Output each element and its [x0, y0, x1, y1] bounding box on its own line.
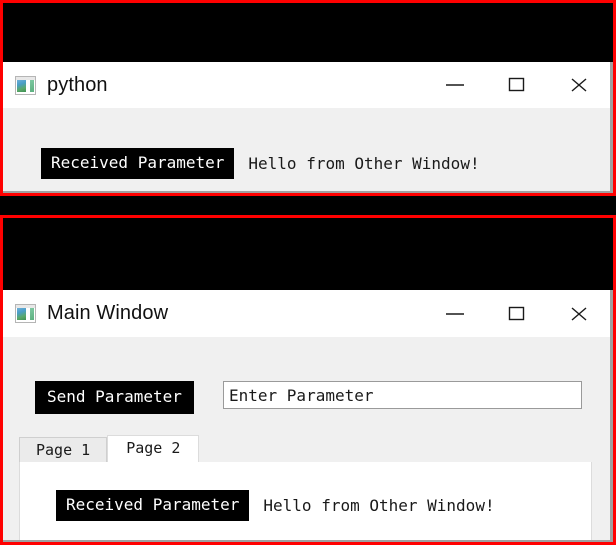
maximize-icon — [508, 77, 525, 92]
main-window: Main Window Send Parameter Enter Paramet… — [3, 290, 613, 542]
send-parameter-button[interactable]: Send Parameter — [35, 381, 194, 414]
received-parameter-label: Received Parameter — [41, 148, 235, 179]
tab-page-2[interactable]: Page 2 — [107, 435, 200, 462]
parameter-input[interactable] — [223, 381, 582, 409]
minimize-button[interactable] — [424, 62, 486, 108]
tab-panel-page-2: Received Parameter Hello from Other Wind… — [19, 462, 592, 540]
maximize-button[interactable] — [486, 290, 548, 337]
close-icon — [571, 306, 587, 321]
received-parameter-label: Received Parameter — [56, 490, 250, 521]
main-window-client-area: Send Parameter Page 1 Page 2 Received Pa… — [3, 337, 610, 540]
received-parameter-row: Received Parameter Hello from Other Wind… — [41, 148, 480, 179]
python-app-icon — [15, 304, 36, 323]
minimize-button[interactable] — [424, 290, 486, 337]
tab-page-1[interactable]: Page 1 — [19, 437, 108, 462]
received-parameter-value: Hello from Other Window! — [248, 153, 480, 173]
close-button[interactable] — [548, 62, 610, 108]
minimize-icon — [446, 312, 464, 315]
main-window-controls — [424, 290, 610, 337]
annotated-capture-panel-top: python Received Parameter Hello from Oth… — [0, 0, 616, 196]
python-window: python Received Parameter Hello from Oth… — [3, 62, 613, 193]
maximize-icon — [508, 306, 525, 320]
received-parameter-row: Received Parameter Hello from Other Wind… — [56, 490, 495, 521]
annotated-capture-panel-bottom: Main Window Send Parameter Enter Paramet… — [0, 215, 616, 545]
received-parameter-value: Hello from Other Window! — [263, 495, 495, 515]
tab-bar: Page 1 Page 2 — [19, 435, 592, 462]
close-icon — [571, 78, 587, 92]
black-filler-strip-bottom — [3, 218, 613, 290]
main-window-title: Main Window — [47, 302, 169, 324]
maximize-button[interactable] — [486, 62, 548, 108]
python-window-client-area: Received Parameter Hello from Other Wind… — [3, 108, 610, 191]
minimize-icon — [446, 84, 464, 86]
close-button[interactable] — [548, 290, 610, 337]
python-app-icon — [15, 75, 36, 95]
python-window-controls — [424, 62, 610, 108]
python-window-titlebar[interactable]: python — [3, 62, 610, 108]
black-filler-strip-top — [3, 3, 613, 62]
python-window-title: python — [47, 73, 108, 96]
main-window-titlebar[interactable]: Main Window — [3, 290, 610, 337]
